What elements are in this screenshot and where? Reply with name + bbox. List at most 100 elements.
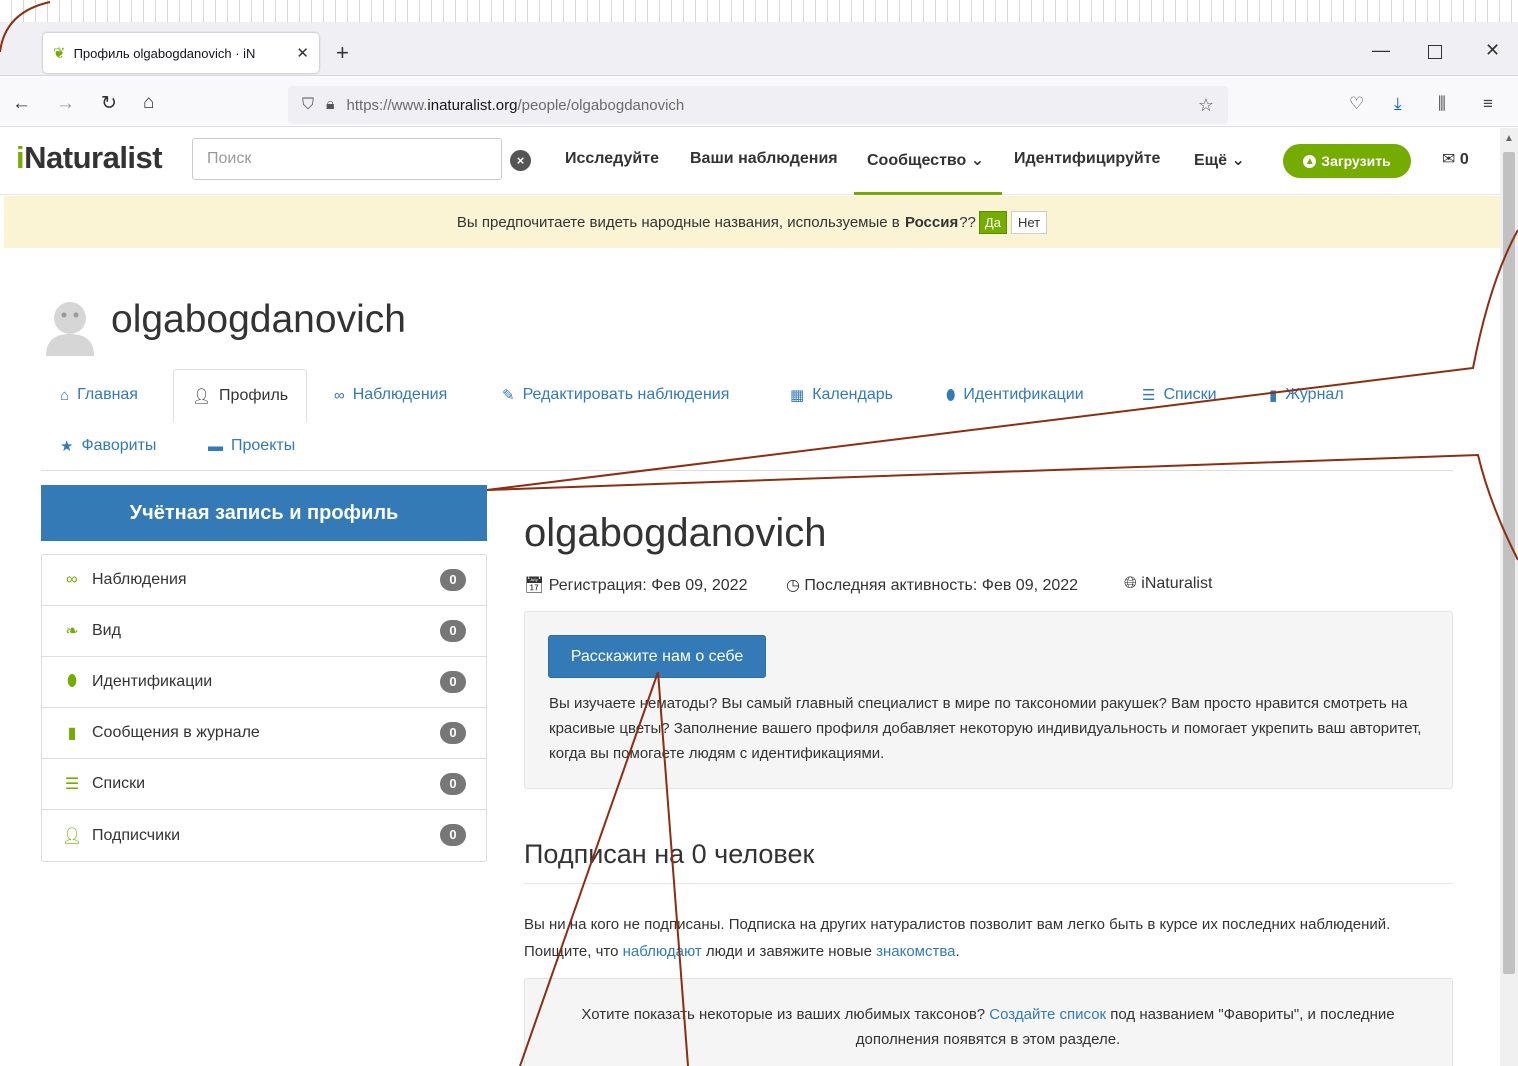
favorites-text: Хотите показать некоторые из ваших любим… [548, 1002, 1428, 1052]
pocket-icon[interactable]: ♡ [1349, 94, 1364, 114]
url-host: inaturalist.org [427, 96, 518, 114]
nav-your-observations[interactable]: Ваши наблюдения [690, 150, 838, 168]
book-icon: ▮ [67, 725, 77, 742]
bookmark-star-icon[interactable]: ☆ [1198, 95, 1214, 116]
maximize-icon[interactable] [1428, 45, 1442, 59]
forward-icon[interactable]: → [56, 93, 75, 115]
sidebar-item-journal[interactable]: ▮ Сообщения в журнале 0 [42, 708, 486, 759]
tab-projects[interactable]: ▬ Проекты [208, 437, 295, 455]
logo-text: Naturalist [24, 140, 163, 175]
about-text: Вы изучаете нематоды? Вы самый главный с… [549, 695, 1422, 762]
joined-text: Регистрация: Фев 09, 2022 [548, 577, 748, 594]
sidebar-item-label: Наблюдения [92, 571, 187, 588]
reload-icon[interactable]: ↻ [101, 92, 117, 115]
user-icon: 👤︎ [62, 827, 83, 845]
tab-edit-label: Редактировать наблюдения [522, 386, 730, 403]
calendar-plus-icon: 📅︎ [524, 577, 545, 594]
count-badge: 0 [440, 773, 466, 795]
tab-observations-label: Наблюдения [352, 386, 448, 403]
nav-explore[interactable]: Исследуйте [565, 150, 659, 168]
browser-window: ❦ Профиль olgabogdanovich · iN ✕ + — ✕ ←… [0, 0, 1518, 1066]
site-name: iNaturalist [1141, 575, 1213, 592]
site-affiliation[interactable]: 🌐︎ iNaturalist [1124, 575, 1212, 593]
clock-icon: ◷ [786, 577, 800, 594]
minimize-icon[interactable]: — [1372, 40, 1390, 61]
tab-lists[interactable]: ☰ Списки [1142, 386, 1217, 404]
tab-home-label: Главная [77, 386, 138, 403]
list-icon: ☰ [64, 776, 80, 793]
sidebar-item-lists[interactable]: ☰ Списки 0 [42, 759, 486, 810]
tab-projects-label: Проекты [231, 437, 296, 454]
joined-date: 📅︎ Регистрация: Фев 09, 2022 [524, 575, 747, 595]
last-active: ◷ Последняя активность: Фев 09, 2022 [786, 575, 1078, 595]
nav-community[interactable]: Сообщество ⌄ [867, 150, 984, 170]
downloads-icon[interactable]: ⤓ [1394, 94, 1402, 114]
lock-icon[interactable]: 🔒︎ [326, 96, 335, 114]
back-icon[interactable]: ← [12, 93, 31, 115]
tab-journal[interactable]: ▮ Журнал [1269, 386, 1344, 404]
home-icon[interactable]: ⌂ [143, 92, 154, 114]
tab-lists-label: Списки [1163, 386, 1217, 403]
search-clear-icon[interactable]: × [510, 150, 531, 171]
new-tab-icon[interactable]: + [336, 40, 349, 66]
binoculars-icon: ∞ [334, 386, 345, 404]
envelope-icon: ✉ [1442, 151, 1456, 168]
nav-identify[interactable]: Идентифицируйте [1014, 150, 1160, 168]
upload-button[interactable]: ▲ Загрузить [1283, 144, 1411, 178]
create-list-link[interactable]: Создайте список [989, 1006, 1106, 1023]
tab-favorites[interactable]: ★ Фавориты [60, 437, 156, 455]
count-badge: 0 [440, 569, 466, 591]
sidebar-item-observations[interactable]: ∞ Наблюдения 0 [42, 555, 486, 606]
sidebar-item-followers[interactable]: 👤︎ Подписчики 0 [42, 810, 486, 861]
tab-home[interactable]: ⌂ Главная [60, 386, 138, 404]
url-bar[interactable]: ⛉ 🔒︎ https://www. inaturalist.org/people/… [288, 86, 1228, 124]
sidebar-item-species[interactable]: ❧ Вид 0 [42, 606, 486, 657]
profile-username: olgabogdanovich [111, 298, 406, 341]
sidebar-item-label: Подписчики [92, 826, 181, 844]
observing-link[interactable]: наблюдают [623, 943, 702, 960]
identification-icon: ⬮ [946, 386, 956, 404]
tab-profile-label: Профиль [219, 387, 289, 404]
scroll-up-icon[interactable]: ▲ [1504, 133, 1514, 144]
inaturalist-logo[interactable]: iNaturalist [16, 140, 163, 176]
following-text-2: люди и завяжите новые [705, 943, 872, 960]
nav-more[interactable]: Ещё ⌄ [1194, 150, 1245, 170]
search-input[interactable] [192, 138, 502, 180]
tab-observations[interactable]: ∞ Наблюдения [334, 386, 447, 404]
following-text: Вы ни на кого не подписаны. Подписка на … [524, 911, 1444, 965]
following-divider [524, 883, 1453, 884]
tracking-shield-icon[interactable]: ⛉ [302, 96, 314, 114]
sidebar-header[interactable]: Учётная запись и профиль [41, 485, 487, 541]
banner-yes-button[interactable]: Да [978, 210, 1007, 234]
browser-tab-active[interactable]: ❦ Профиль olgabogdanovich · iN ✕ [43, 33, 319, 73]
binoculars-icon: ∞ [66, 571, 78, 588]
main-username-heading: olgabogdanovich [524, 511, 827, 555]
count-badge: 0 [440, 671, 466, 693]
count-badge: 0 [440, 620, 466, 642]
sidebar-item-label: Идентификации [92, 673, 213, 690]
menu-icon[interactable]: ≡ [1483, 94, 1493, 114]
pencil-icon: ✎ [502, 387, 515, 404]
common-names-banner: Вы предпочитаете видеть народные названи… [4, 196, 1500, 248]
tell-about-yourself-button[interactable]: Расскажите нам о себе [548, 635, 766, 678]
tab-close-icon[interactable]: ✕ [296, 44, 309, 62]
identification-icon: ⬮ [66, 673, 78, 690]
tab-profile[interactable]: 👤︎ Профиль [173, 369, 308, 423]
library-icon[interactable]: ⫼ [1438, 94, 1446, 114]
tab-edit-observations[interactable]: ✎ Редактировать наблюдения [502, 386, 729, 404]
inaturalist-favicon-icon: ❦ [53, 45, 66, 62]
sidebar-item-identifications[interactable]: ⬮ Идентификации 0 [42, 657, 486, 708]
people-link[interactable]: знакомства [876, 943, 955, 960]
banner-no-button[interactable]: Нет [1010, 210, 1048, 234]
sidebar-item-label: Вид [92, 622, 121, 639]
tab-journal-label: Журнал [1285, 386, 1344, 403]
scrollbar-thumb[interactable] [1503, 152, 1515, 974]
upload-arrow-icon: ▲ [1303, 154, 1317, 168]
following-heading: Подписан на 0 человек [524, 839, 815, 869]
window-close-icon[interactable]: ✕ [1485, 40, 1500, 61]
tab-calendar[interactable]: ▦ Календарь [790, 386, 893, 404]
messages-link[interactable]: ✉ 0 [1442, 149, 1469, 169]
book-icon: ▮ [1269, 387, 1278, 404]
avatar[interactable] [42, 296, 98, 356]
tab-identifications[interactable]: ⬮ Идентификации [946, 386, 1084, 404]
